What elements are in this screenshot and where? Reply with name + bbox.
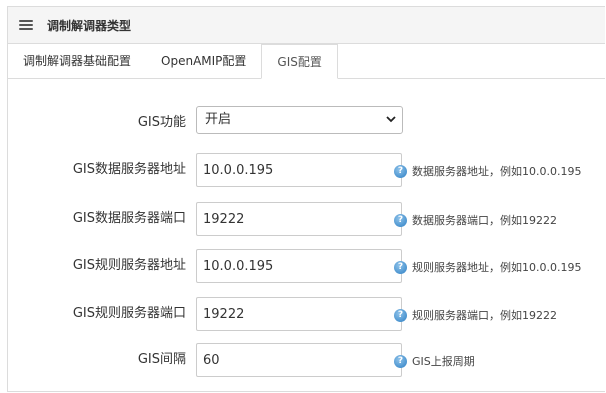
gis-interval-input[interactable]: [196, 343, 402, 377]
gis-data-server-port-help-text: 数据服务器端口，例如19222: [412, 214, 557, 227]
gis-data-server-addr-label: GIS数据服务器地址: [72, 162, 186, 177]
help-icon: ?: [394, 213, 407, 227]
gis-interval-help-text: GIS上报周期: [412, 355, 475, 368]
tab-modem-basic-config[interactable]: 调制解调器基础配置: [8, 44, 146, 78]
panel-header: 调制解调器类型: [8, 7, 605, 44]
row-gis-rule-server-addr: GIS规则服务器地址 ? 规则服务器地址，例如10.0.0.195: [8, 249, 606, 283]
row-gis-function: GIS功能 开启: [8, 106, 606, 140]
gis-interval-help: ? GIS上报周期: [394, 353, 475, 369]
gis-function-selected-value: 开启: [205, 112, 232, 127]
gis-rule-server-port-label: GIS规则服务器端口: [72, 306, 186, 321]
gis-data-server-addr-input[interactable]: [196, 153, 402, 187]
chevron-down-icon: [386, 116, 396, 123]
row-gis-data-server-addr: GIS数据服务器地址 ? 数据服务器地址，例如10.0.0.195: [8, 153, 606, 187]
gis-interval-label: GIS间隔: [137, 352, 186, 367]
gis-data-server-port-input[interactable]: [196, 202, 402, 236]
gis-data-server-addr-help: ? 数据服务器地址，例如10.0.0.195: [394, 163, 581, 179]
gis-data-server-addr-help-text: 数据服务器地址，例如10.0.0.195: [412, 165, 582, 178]
help-icon: ?: [394, 164, 407, 178]
gis-data-server-port-help: ? 数据服务器端口，例如19222: [394, 212, 557, 228]
panel-title: 调制解调器类型: [47, 18, 132, 33]
gis-function-select[interactable]: 开启: [196, 106, 403, 134]
row-gis-rule-server-port: GIS规则服务器端口 ? 规则服务器端口，例如19222: [8, 297, 606, 331]
row-gis-interval: GIS间隔 ? GIS上报周期: [8, 343, 606, 377]
gis-rule-server-port-help: ? 规则服务器端口，例如19222: [394, 307, 557, 323]
help-icon: ?: [394, 260, 407, 274]
gis-function-label: GIS功能: [137, 115, 186, 130]
gis-rule-server-addr-help: ? 规则服务器地址，例如10.0.0.195: [394, 259, 581, 275]
hamburger-menu-icon[interactable]: [19, 20, 33, 30]
config-panel: 调制解调器类型 调制解调器基础配置 OpenAMIP配置 GIS配置 GIS功能…: [7, 6, 605, 392]
gis-rule-server-addr-input[interactable]: [196, 249, 402, 283]
tab-gis-config[interactable]: GIS配置: [261, 44, 338, 79]
help-icon: ?: [394, 354, 407, 368]
gis-rule-server-port-help-text: 规则服务器端口，例如19222: [412, 309, 557, 322]
tab-openamip-config[interactable]: OpenAMIP配置: [146, 44, 261, 78]
gis-rule-server-addr-label: GIS规则服务器地址: [72, 258, 186, 273]
row-gis-data-server-port: GIS数据服务器端口 ? 数据服务器端口，例如19222: [8, 202, 606, 236]
gis-rule-server-addr-help-text: 规则服务器地址，例如10.0.0.195: [412, 261, 582, 274]
gis-rule-server-port-input[interactable]: [196, 297, 402, 331]
help-icon: ?: [394, 308, 407, 322]
tab-bar: 调制解调器基础配置 OpenAMIP配置 GIS配置: [8, 44, 605, 79]
gis-data-server-port-label: GIS数据服务器端口: [72, 211, 186, 226]
